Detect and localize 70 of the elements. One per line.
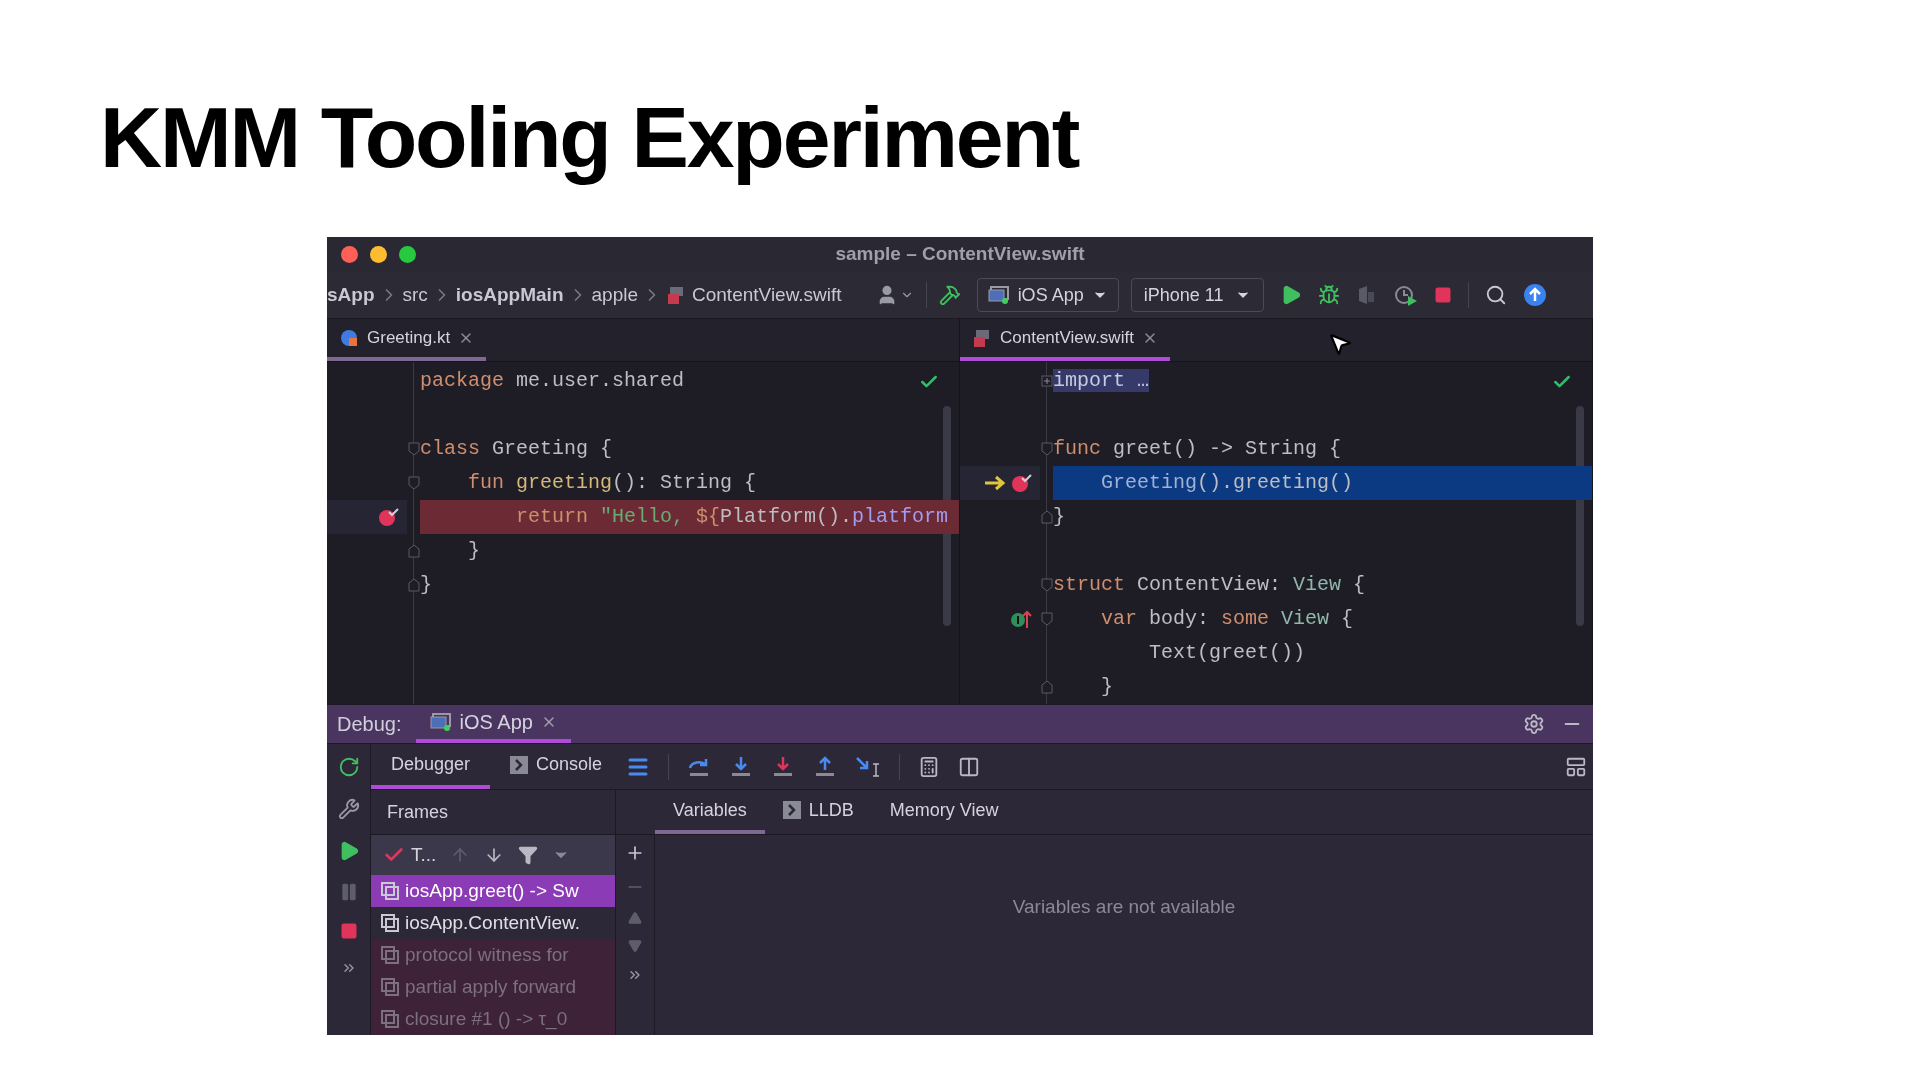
mouse-cursor-icon <box>1327 331 1353 357</box>
code-line: } <box>1100 673 1113 700</box>
console-icon <box>510 755 529 774</box>
run-configuration-dropdown[interactable]: iOS App <box>976 278 1119 312</box>
tab-label: Greeting.kt <box>367 326 451 349</box>
breadcrumb[interactable]: ContentView.swift <box>692 280 842 310</box>
minimize-window-button[interactable] <box>370 246 387 264</box>
frame-icon <box>381 978 399 996</box>
breadcrumb[interactable]: src <box>402 280 428 310</box>
variables-tab[interactable]: LLDB <box>764 790 872 834</box>
frame-icon <box>381 946 399 964</box>
code-line: package me.user.shared <box>420 367 685 394</box>
code-line: return "Hello, ${Platform().platform <box>515 503 949 530</box>
code-line: func greet() -> String { <box>1053 435 1342 462</box>
breakpoint-icon[interactable] <box>1010 471 1032 494</box>
zoom-window-button[interactable] <box>399 246 416 264</box>
code-line: } <box>420 571 432 598</box>
swift-file-icon <box>972 327 992 348</box>
tab-label: ContentView.swift <box>1000 326 1134 349</box>
code-line: } <box>1053 503 1065 530</box>
view-tab[interactable]: Console <box>490 744 623 789</box>
breadcrumb[interactable]: iosAppMain <box>455 280 564 310</box>
thread-selector[interactable]: T... <box>411 840 437 870</box>
code-line: struct ContentView: View { <box>1053 571 1366 598</box>
close-window-button[interactable] <box>341 246 358 264</box>
code-line: fun greeting(): String { <box>467 469 757 496</box>
layout-icon[interactable] <box>958 755 981 778</box>
debug-label: Debug: <box>337 712 402 737</box>
update-icon[interactable] <box>1523 283 1548 307</box>
run-to-cursor-icon[interactable] <box>855 755 882 778</box>
console-icon <box>782 801 801 819</box>
tab-label: iOS App <box>459 710 533 735</box>
window-title: sample – ContentView.swift <box>835 242 1085 267</box>
code-line: } <box>467 537 480 564</box>
expand-icon[interactable] <box>1040 374 1053 387</box>
filter-icon[interactable] <box>518 845 539 865</box>
code-line: Greeting().greeting() <box>1100 469 1354 496</box>
stack-frame[interactable]: iosApp.ContentView. <box>371 907 615 939</box>
settings-icon[interactable] <box>1523 713 1545 735</box>
empty-message: Variables are not available <box>1012 895 1236 919</box>
device-dropdown[interactable]: iPhone 11 <box>1130 278 1265 312</box>
stop-icon[interactable] <box>339 922 358 940</box>
swift-file-icon <box>666 285 686 305</box>
variables-tab[interactable]: Variables <box>655 790 765 834</box>
stop-icon[interactable] <box>1434 286 1453 304</box>
kotlin-file-icon <box>339 327 359 348</box>
breadcrumb[interactable]: apple <box>591 280 638 310</box>
frames-title: Frames <box>387 800 448 824</box>
debug-session-tab[interactable]: iOS App <box>415 705 571 743</box>
stack-frame[interactable]: iosApp.greet() -> Sw <box>371 875 615 907</box>
code-line: class Greeting { <box>420 435 613 462</box>
search-icon[interactable] <box>1485 284 1508 306</box>
code-line: var body: some View { <box>1100 605 1354 632</box>
wrench-icon[interactable] <box>337 798 360 820</box>
variables-tab[interactable]: Memory View <box>871 790 1017 834</box>
code-line: Text(greet()) <box>1148 639 1306 666</box>
view-tab[interactable]: Debugger <box>371 744 491 789</box>
device-icon <box>429 713 452 731</box>
frame-icon <box>381 1010 399 1028</box>
breakpoint-icon[interactable] <box>377 505 399 528</box>
bug-icon[interactable] <box>1318 284 1341 306</box>
hammer-icon[interactable] <box>938 284 961 306</box>
rerun-icon[interactable] <box>337 756 360 778</box>
breadcrumb[interactable]: sApp <box>327 280 375 310</box>
frame-icon <box>381 882 399 900</box>
device-icon <box>987 286 1010 304</box>
frame-icon <box>381 914 399 932</box>
profile-icon[interactable] <box>1394 284 1419 306</box>
slide-title: KMM Tooling Experiment <box>100 88 1079 187</box>
layout-settings-icon[interactable] <box>1565 755 1587 778</box>
